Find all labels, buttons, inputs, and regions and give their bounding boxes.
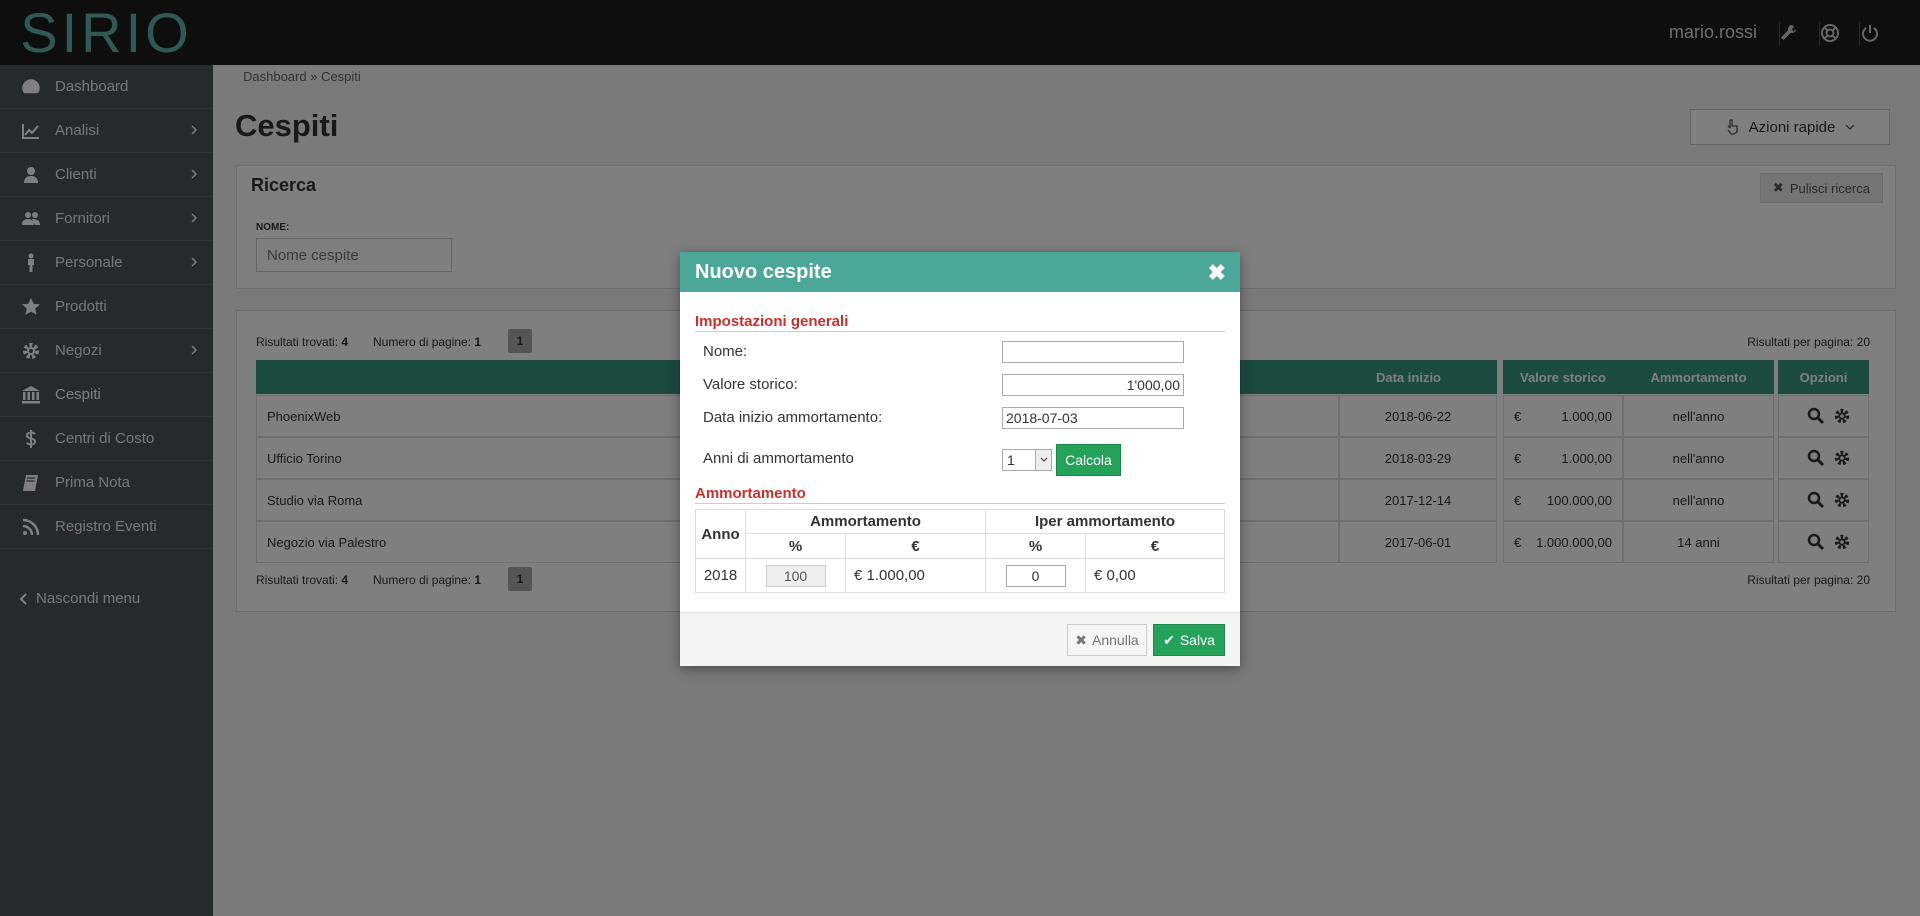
section-general: Impostazioni generali [695,313,1225,332]
modal-header: Nuovo cespite ✖ [680,252,1240,292]
years-field-label: Anni di ammortamento [703,450,854,467]
historical-value-field[interactable] [1002,374,1184,396]
pct-header: % [745,533,846,559]
iper-pct-field[interactable] [1005,564,1066,587]
amort-eur: € 1.000,00 [845,558,986,593]
amortization-table: Anno Ammortamento Iper ammortamento % € … [695,509,1225,593]
iper-eur-header: € [1085,533,1225,559]
iper-group-header: Iper ammortamento [985,509,1225,534]
modal-footer: ✖ Annulla ✔ Salva [680,612,1240,666]
name-field-label: Nome: [703,343,748,360]
close-icon[interactable]: ✖ [1208,262,1226,284]
cancel-button[interactable]: ✖ Annulla [1067,624,1147,656]
section-amortization: Ammortamento [695,485,1225,504]
eur-header: € [845,533,986,559]
iper-eur: € 0,00 [1085,558,1225,593]
amort-group-header: Ammortamento [745,509,986,534]
name-field[interactable] [1002,341,1184,363]
date-field-label: Data inizio ammortamento: [703,409,883,426]
year-header: Anno [695,509,746,559]
amort-year: 2018 [695,558,746,593]
calculate-button[interactable]: Calcola [1056,444,1121,476]
chevron-down-icon [1035,450,1051,470]
modal-title: Nuovo cespite [695,260,832,283]
iper-pct-header: % [985,533,1086,559]
amort-pct-field[interactable] [765,564,826,587]
close-icon: ✖ [1075,631,1088,648]
new-asset-modal: Nuovo cespite ✖ Impostazioni generali No… [680,252,1240,666]
years-select[interactable]: 1 [1002,449,1052,471]
value-field-label: Valore storico: [703,376,798,393]
save-button[interactable]: ✔ Salva [1153,624,1225,656]
start-date-field[interactable] [1002,407,1184,429]
check-icon: ✔ [1163,631,1175,648]
